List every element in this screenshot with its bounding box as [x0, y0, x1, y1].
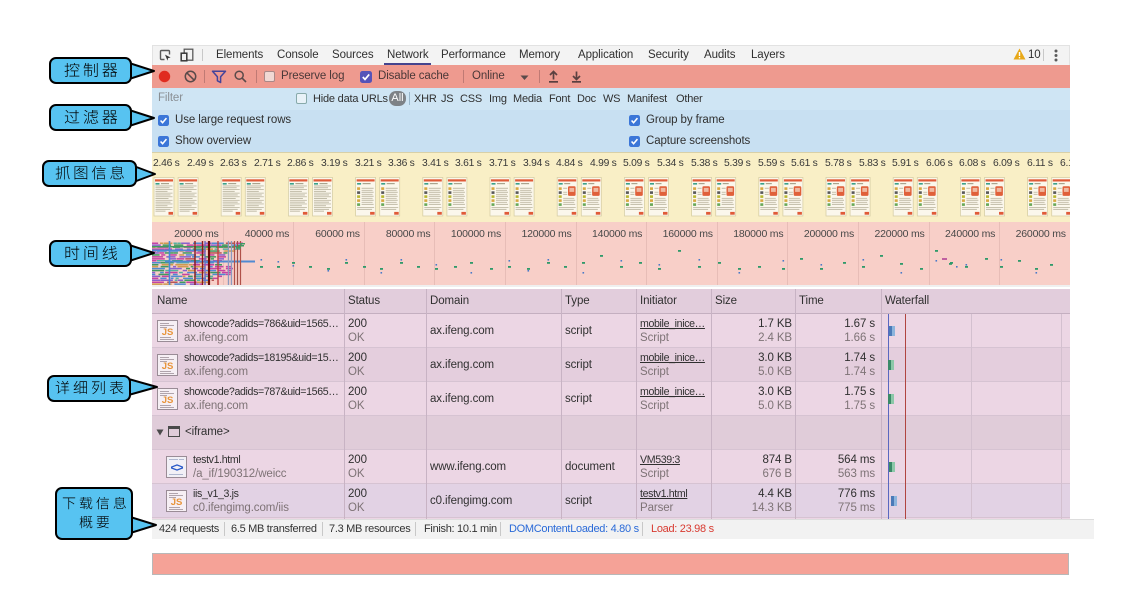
- svg-text:JS: JS: [171, 497, 183, 508]
- svg-text:JS: JS: [162, 327, 174, 338]
- svg-text:<>: <>: [170, 461, 183, 475]
- svg-text:JS: JS: [162, 361, 174, 372]
- svg-text:JS: JS: [162, 395, 174, 406]
